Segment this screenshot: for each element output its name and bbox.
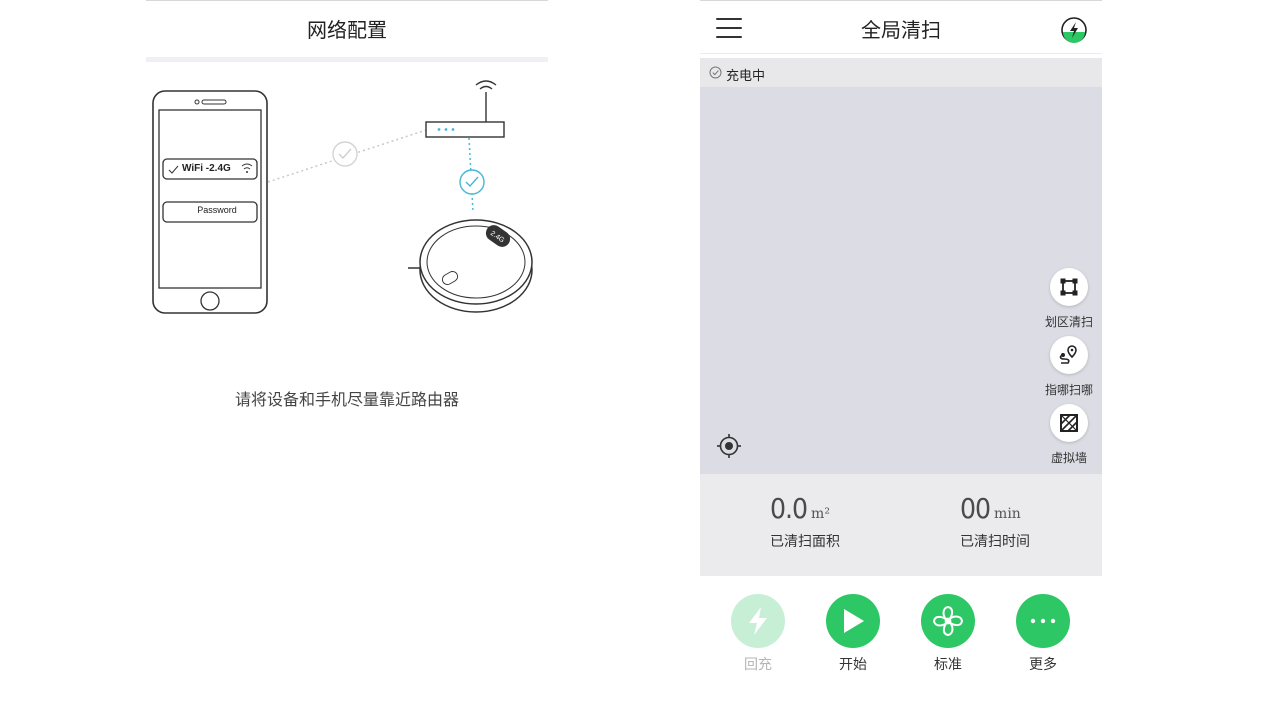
spot-clean-button[interactable]: 指哪扫哪 bbox=[1037, 336, 1101, 398]
status-bar: 充电中 bbox=[700, 58, 1102, 87]
zone-clean-label: 划区清扫 bbox=[1044, 315, 1093, 329]
status-text: 充电中 bbox=[726, 69, 766, 84]
virtual-wall-label: 虚拟墙 bbox=[1050, 451, 1087, 465]
network-setup-illustration: 2.4G bbox=[152, 80, 533, 314]
cleaned-time-value: 00 bbox=[960, 492, 991, 525]
cleaned-time-unit: min bbox=[994, 506, 1021, 522]
zone-clean-button[interactable]: 划区清扫 bbox=[1037, 268, 1101, 330]
robot-vacuum-illustration: 2.4G bbox=[408, 219, 533, 313]
page-title: 网络配置 bbox=[307, 18, 387, 42]
wifi-network-label: WiFi -2.4G bbox=[182, 163, 231, 174]
cleaned-area-caption: 已清扫面积 bbox=[770, 534, 840, 550]
page-title: 全局清扫 bbox=[861, 18, 941, 42]
spot-clean-icon bbox=[1050, 336, 1088, 374]
locate-icon[interactable] bbox=[716, 433, 742, 459]
phone-illustration bbox=[152, 90, 268, 314]
recharge-icon bbox=[731, 594, 785, 648]
header-divider bbox=[146, 57, 548, 62]
cleaning-map[interactable]: 划区清扫 指哪扫哪 虚拟墙 bbox=[700, 87, 1102, 474]
check-circle-icon bbox=[709, 66, 722, 79]
play-icon bbox=[826, 594, 880, 648]
network-config-screen: 网络配置 2.4G WiFi -2.4G Password 请将设备和手机尽量靠… bbox=[146, 0, 548, 714]
cleaned-time-stat: 00 min 已清扫时间 bbox=[960, 492, 1030, 551]
top-divider bbox=[700, 0, 1102, 1]
start-button[interactable]: 开始 bbox=[821, 594, 885, 674]
recharge-button[interactable]: 回充 bbox=[726, 594, 790, 674]
cleaning-stats: 0.0 m² 已清扫面积 00 min 已清扫时间 bbox=[700, 474, 1102, 576]
zone-clean-icon bbox=[1050, 268, 1088, 306]
more-label: 更多 bbox=[1029, 657, 1057, 673]
start-label: 开始 bbox=[839, 657, 867, 673]
cleaned-area-unit: m² bbox=[811, 506, 830, 522]
top-divider bbox=[146, 0, 548, 1]
more-icon bbox=[1016, 594, 1070, 648]
cleaned-area-stat: 0.0 m² 已清扫面积 bbox=[770, 492, 840, 551]
virtual-wall-icon bbox=[1050, 404, 1088, 442]
cleaned-area-value: 0.0 bbox=[770, 492, 808, 525]
header-divider bbox=[700, 53, 1102, 54]
spot-clean-label: 指哪扫哪 bbox=[1044, 383, 1093, 397]
more-button[interactable]: 更多 bbox=[1011, 594, 1075, 674]
charging-status-icon[interactable] bbox=[1060, 16, 1088, 44]
cleaned-time-caption: 已清扫时间 bbox=[960, 534, 1030, 550]
robot-control-screen: 全局清扫 充电中 划区清扫 指哪扫哪 虚拟墙 0.0 m² 已清扫面积 00 m… bbox=[700, 0, 1102, 714]
password-field-label: Password bbox=[197, 205, 237, 215]
suction-mode-button[interactable]: 标准 bbox=[916, 594, 980, 674]
instruction-text: 请将设备和手机尽量靠近路由器 bbox=[234, 390, 459, 409]
fan-icon bbox=[921, 594, 975, 648]
suction-mode-label: 标准 bbox=[934, 657, 962, 673]
virtual-wall-button[interactable]: 虚拟墙 bbox=[1037, 404, 1101, 466]
router-illustration bbox=[425, 80, 505, 138]
recharge-label: 回充 bbox=[744, 657, 772, 673]
